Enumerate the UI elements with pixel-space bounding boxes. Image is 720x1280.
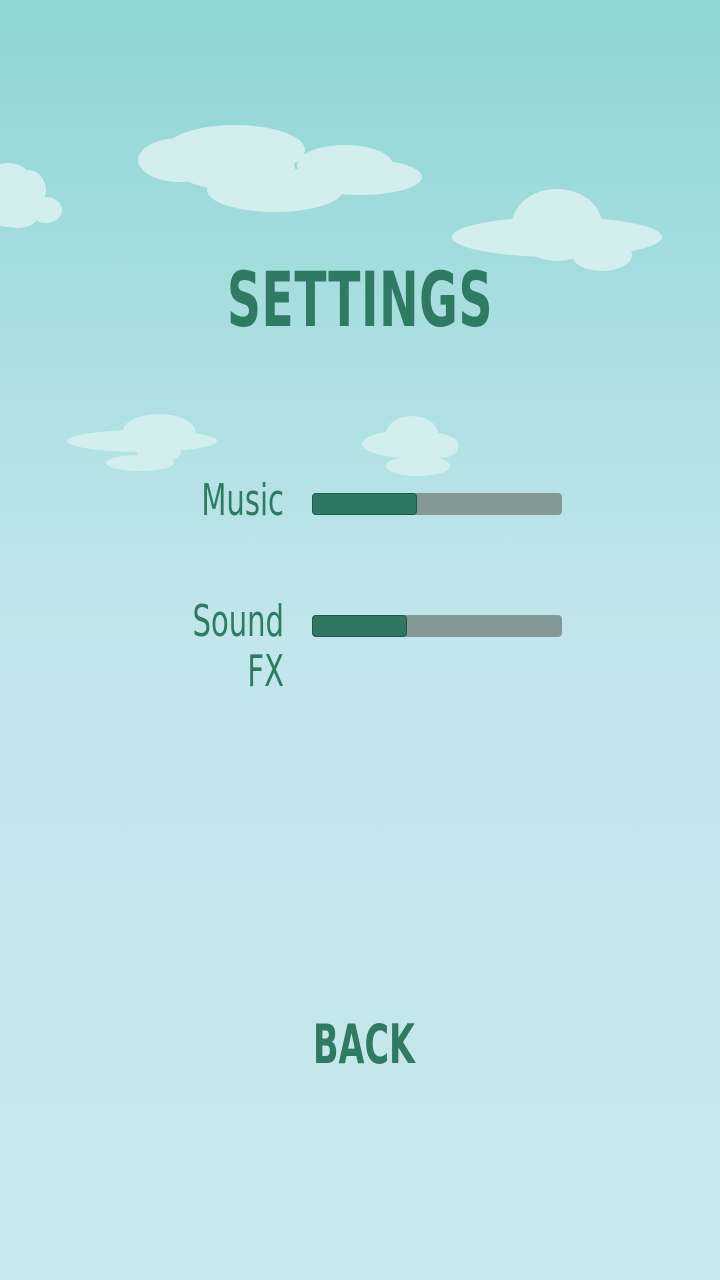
music-label: Music <box>201 475 284 526</box>
cloud-mid-right <box>362 416 458 476</box>
cloud-top-left <box>0 163 62 228</box>
sound-fx-volume-slider[interactable] <box>312 615 562 637</box>
music-volume-slider[interactable] <box>312 493 562 515</box>
page-title: SETTINGS <box>226 255 494 344</box>
back-button[interactable]: BACK <box>302 1010 426 1080</box>
sound-fx-volume-fill <box>312 615 407 637</box>
sound-fx-label: Sound FX <box>192 596 284 697</box>
cloud-mid-left <box>67 414 217 471</box>
cloud-top-center <box>138 125 422 212</box>
music-volume-fill <box>312 493 417 515</box>
